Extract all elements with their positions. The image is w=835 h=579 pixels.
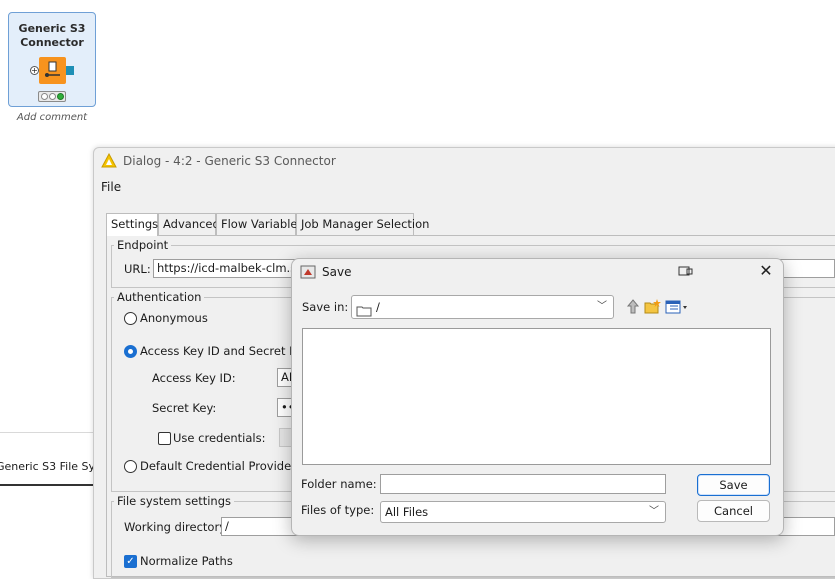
s3-connector-node-icon[interactable] <box>39 57 66 84</box>
node-title-line2: Connector <box>20 36 84 49</box>
radio-default-credential-provider[interactable] <box>124 460 137 473</box>
access-key-id-label: Access Key ID: <box>152 371 236 385</box>
save-in-value: / <box>376 300 380 314</box>
tab-settings[interactable]: Settings <box>106 213 158 236</box>
secret-key-label: Secret Key: <box>152 401 217 415</box>
url-label: URL: <box>124 262 151 276</box>
node-output-port-icon[interactable] <box>66 66 74 75</box>
files-of-type-value: All Files <box>385 505 429 519</box>
java-app-icon <box>300 264 316 280</box>
file-system-settings-label: File system settings <box>114 494 234 508</box>
node-title: Generic S3 Connector <box>8 22 96 50</box>
use-credentials-checkbox[interactable] <box>158 432 171 445</box>
chevron-down-icon: ﹀ <box>649 506 659 517</box>
cancel-button[interactable]: Cancel <box>697 500 770 522</box>
radio-anonymous-label: Anonymous <box>140 311 208 325</box>
authentication-group-label: Authentication <box>114 290 205 304</box>
view-menu-icon[interactable] <box>665 298 689 316</box>
up-one-level-icon[interactable] <box>624 298 642 316</box>
save-dialog-title: Save <box>322 265 352 279</box>
folder-icon <box>356 302 372 316</box>
file-list[interactable] <box>302 328 771 465</box>
files-of-type-select[interactable]: All Files ﹀ <box>380 501 666 523</box>
folder-name-label: Folder name: <box>301 477 377 491</box>
status-green-icon <box>57 93 64 100</box>
tab-flow-variables[interactable]: Flow Variables <box>216 213 303 235</box>
normalize-paths-label: Normalize Paths <box>140 554 233 568</box>
tab-job-manager-selection[interactable]: Job Manager Selection <box>296 213 429 235</box>
restore-window-icon[interactable] <box>678 266 694 277</box>
save-in-combo[interactable]: / ﹀ <box>351 295 614 319</box>
status-red-icon <box>41 93 48 100</box>
radio-anonymous[interactable] <box>124 312 137 325</box>
node-status-traffic-light <box>38 91 66 102</box>
files-of-type-label: Files of type: <box>301 503 375 517</box>
endpoint-group-label: Endpoint <box>114 238 172 252</box>
dialog-title: Dialog - 4:2 - Generic S3 Connector <box>123 154 336 168</box>
chevron-down-icon: ﹀ <box>597 301 607 312</box>
use-credentials-label: Use credentials: <box>173 431 266 445</box>
tab-generic-s3-file-system[interactable]: Generic S3 File System <box>0 452 96 486</box>
working-directory-label: Working directory: <box>124 520 230 534</box>
new-folder-icon[interactable] <box>644 298 662 316</box>
save-in-label: Save in: <box>302 300 349 314</box>
radio-access-key-label: Access Key ID and Secret Key <box>140 344 310 358</box>
folder-name-input[interactable] <box>380 474 666 494</box>
node-title-line1: Generic S3 <box>18 22 86 35</box>
node-input-port-icon[interactable]: + <box>30 66 39 75</box>
close-icon[interactable]: ✕ <box>758 262 774 280</box>
knime-logo-icon <box>101 152 117 169</box>
normalize-paths-checkbox[interactable]: ✓ <box>124 555 137 568</box>
status-yellow-icon <box>49 93 56 100</box>
save-button[interactable]: Save <box>697 474 770 496</box>
radio-access-key[interactable] <box>124 345 137 358</box>
tab-advanced[interactable]: Advanced <box>158 213 220 235</box>
menu-file[interactable]: File <box>101 180 121 194</box>
add-comment-label[interactable]: Add comment <box>8 112 96 123</box>
